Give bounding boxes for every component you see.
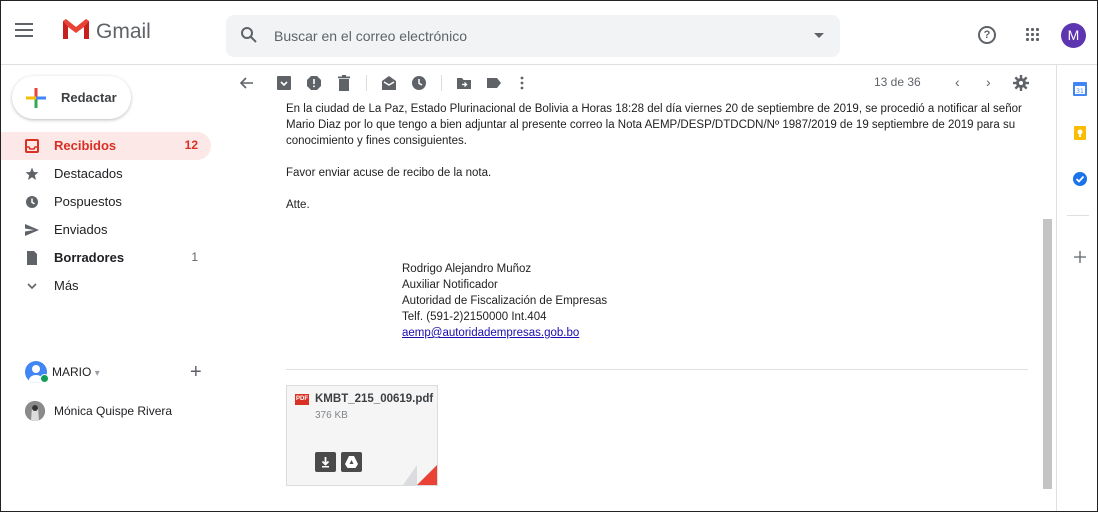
top-header: Gmail ? M (1, 1, 1097, 65)
snooze-clock-icon[interactable] (411, 75, 427, 91)
sidebar-item-label: Borradores (54, 250, 125, 265)
sidebar-item-drafts[interactable]: Borradores 1 (1, 244, 211, 272)
more-options-icon[interactable] (514, 75, 530, 91)
get-addons-plus-icon[interactable] (1072, 249, 1088, 265)
caret-down-icon[interactable]: ▾ (95, 368, 100, 379)
drafts-count: 1 (191, 250, 198, 264)
sidebar-item-label: Recibidos (54, 138, 117, 153)
signature-block: Rodrigo Alejandro Muñoz Auxiliar Notific… (402, 261, 607, 341)
message-paragraph: Favor enviar acuse de recibo de la nota. (286, 167, 492, 179)
toolbar-divider (366, 75, 367, 91)
mark-unread-icon[interactable] (381, 75, 397, 91)
message-closing: Atte. (286, 199, 310, 211)
back-arrow-icon[interactable] (239, 75, 255, 91)
search-icon[interactable] (240, 26, 258, 44)
message-body: En la ciudad de La Paz, Estado Plurinaci… (286, 101, 1031, 511)
sidebar-item-label: Pospuestos (54, 194, 122, 209)
account-avatar[interactable]: M (1061, 23, 1086, 48)
add-chat-plus-icon[interactable]: + (190, 361, 202, 384)
message-paragraph: En la ciudad de La Paz, Estado Plurinaci… (286, 103, 1022, 147)
pager-count: 13 de 36 (874, 75, 921, 89)
signature-email-link[interactable]: aemp@autoridadempresas.gob.bo (402, 327, 579, 339)
help-icon[interactable]: ? (978, 26, 996, 44)
sidebar-item-inbox[interactable]: Recibidos 12 (1, 132, 211, 160)
download-button[interactable] (315, 452, 336, 472)
sidebar-item-label: Más (54, 278, 79, 293)
label-tag-icon[interactable] (486, 75, 502, 91)
rail-divider (1067, 215, 1089, 216)
unread-count: 12 (184, 138, 198, 152)
contact-name: Mónica Quispe Rivera (54, 404, 173, 418)
report-spam-icon[interactable] (306, 75, 322, 91)
page-fold-icon (403, 465, 417, 485)
hangouts-user-name: MARIO ▾ (52, 365, 100, 379)
pdf-file-icon: PDF (295, 394, 309, 405)
attachment-size: 376 KB (315, 410, 348, 421)
newer-chevron-left-icon[interactable]: ‹ (955, 74, 960, 90)
keep-bulb-icon[interactable] (1072, 125, 1088, 141)
online-status-icon (40, 374, 49, 383)
inbox-icon (25, 139, 39, 153)
clock-icon (26, 196, 38, 208)
search-input[interactable] (274, 15, 794, 57)
calendar-icon[interactable]: 31 (1072, 81, 1088, 97)
hamburger-menu-icon[interactable] (15, 23, 33, 37)
sidebar-item-snoozed[interactable]: Pospuestos (1, 188, 211, 216)
send-icon (25, 224, 39, 236)
attachment-filename: KMBT_215_00619.pdf (315, 393, 434, 405)
drive-icon (345, 456, 358, 468)
compose-label: Redactar (61, 90, 117, 105)
compose-button[interactable]: Redactar (12, 76, 131, 119)
search-options-chevron-icon[interactable] (814, 33, 824, 38)
toolbar-divider (441, 75, 442, 91)
hangouts-user-label: MARIO (52, 365, 92, 379)
pdf-corner-icon (417, 465, 437, 485)
attachments-divider (286, 369, 1028, 370)
svg-text:31: 31 (1076, 88, 1084, 95)
save-to-drive-button[interactable] (341, 452, 362, 472)
gmail-logo-icon[interactable] (61, 17, 91, 41)
sidebar-item-label: Destacados (54, 166, 123, 181)
signature-name: Rodrigo Alejandro Muñoz (402, 263, 532, 275)
brand-name[interactable]: Gmail (96, 20, 151, 44)
older-chevron-right-icon[interactable]: › (986, 74, 991, 90)
star-icon (25, 167, 39, 180)
message-toolbar: 13 de 36 ‹ › (229, 65, 1039, 101)
download-icon (321, 457, 330, 468)
contact-avatar (25, 401, 45, 421)
sidebar-item-starred[interactable]: Destacados (1, 160, 211, 188)
attachment-card[interactable]: PDF KMBT_215_00619.pdf 376 KB (286, 385, 438, 486)
sidebar-item-label: Enviados (54, 222, 108, 237)
signature-phone: Telf. (591-2)2150000 Int.404 (402, 311, 547, 323)
tasks-check-icon[interactable] (1072, 171, 1088, 187)
delete-trash-icon[interactable] (336, 75, 352, 91)
scrollbar-thumb[interactable] (1043, 219, 1052, 489)
move-to-folder-icon[interactable] (456, 75, 472, 91)
sidebar-item-more[interactable]: Más (1, 272, 211, 300)
search-bar (226, 15, 840, 57)
side-panel-rail: 31 (1056, 65, 1097, 511)
sidebar-nav: Recibidos 12 Destacados Pospuestos Envia… (1, 132, 211, 300)
sidebar: Redactar Recibidos 12 Destacados Pospues… (1, 65, 221, 511)
chevron-down-icon (27, 283, 37, 290)
settings-gear-icon[interactable] (1013, 75, 1029, 91)
signature-org: Autoridad de Fiscalización de Empresas (402, 295, 608, 307)
gmail-window: Gmail ? M Redactar (0, 0, 1098, 512)
signature-role: Auxiliar Notificador (402, 279, 498, 291)
apps-grid-icon[interactable] (1026, 28, 1040, 42)
draft-icon (27, 251, 37, 265)
sidebar-item-sent[interactable]: Enviados (1, 216, 211, 244)
compose-plus-icon (26, 88, 46, 108)
archive-icon[interactable] (276, 75, 292, 91)
